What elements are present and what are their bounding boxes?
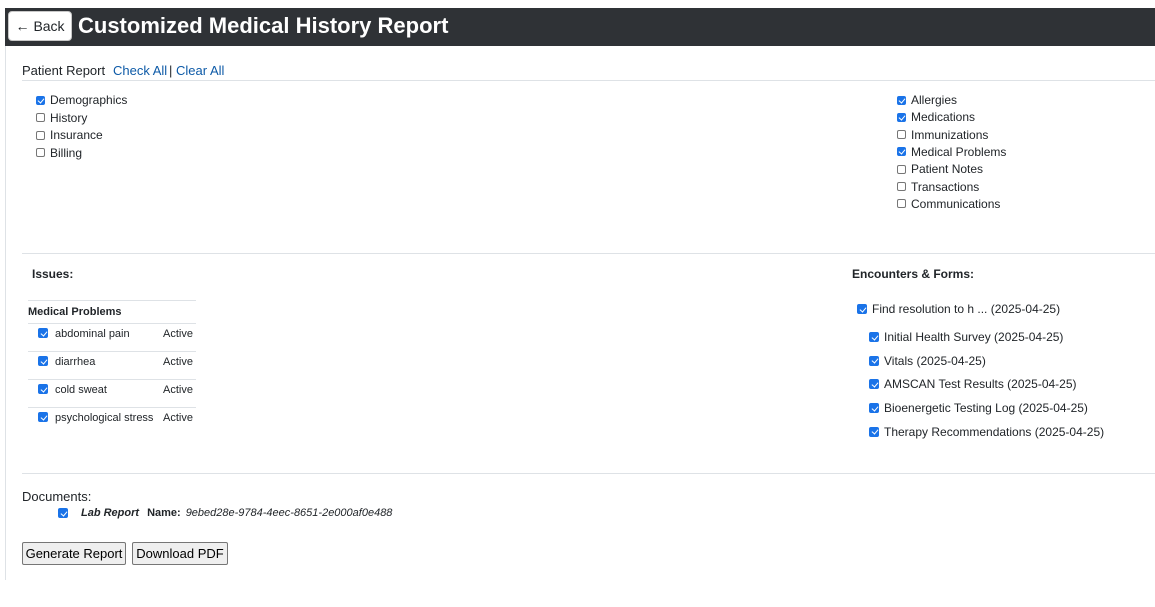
divider (22, 253, 1155, 254)
insurance-label: Insurance (50, 128, 103, 142)
encounters-title: Encounters & Forms: (852, 267, 975, 281)
form-label: Initial Health Survey (2025-04-25) (884, 330, 1064, 344)
title-bar: ← Back Customized Medical History Report (5, 8, 1155, 46)
patient-notes-label: Patient Notes (911, 162, 984, 177)
option-billing[interactable]: Billing (36, 146, 82, 160)
encounter-checkbox[interactable] (857, 304, 867, 314)
medications-checkbox[interactable] (897, 112, 906, 122)
demographics-checkbox[interactable] (36, 95, 45, 105)
clear-all-link[interactable]: Clear All (176, 63, 224, 78)
issue-checkbox[interactable] (38, 384, 48, 394)
download-pdf-button[interactable]: Download PDF (132, 542, 228, 565)
form-item[interactable]: Bioenergetic Testing Log (2025-04-25) (869, 401, 1088, 415)
option-transactions[interactable]: Transactions (897, 180, 979, 194)
option-medications[interactable]: Medications (897, 110, 975, 124)
table-header: Medical Problems (28, 301, 196, 324)
option-communications[interactable]: Communications (897, 197, 1000, 211)
medical-problems-label: Medical Problems (911, 144, 1007, 159)
form-checkbox[interactable] (869, 332, 879, 342)
divider (22, 80, 1155, 81)
table-row: psychological stress Active (28, 408, 196, 435)
option-patient-notes[interactable]: Patient Notes (897, 162, 983, 176)
issue-status: Active (163, 412, 193, 424)
arrow-left-icon: ← (15, 18, 30, 34)
issue-checkbox[interactable] (38, 356, 48, 366)
transactions-label: Transactions (911, 179, 980, 194)
issue-checkbox[interactable] (38, 412, 48, 422)
immunizations-checkbox[interactable] (897, 130, 906, 140)
back-button-label: Back (33, 18, 65, 34)
back-button[interactable]: ← Back (8, 11, 72, 41)
form-checkbox[interactable] (869, 355, 879, 366)
insurance-checkbox[interactable] (36, 130, 45, 140)
issue-name: abdominal pain (55, 328, 130, 340)
page-title: Customized Medical History Report (78, 13, 449, 38)
document-item[interactable]: Lab Report Name: 9ebed28e-9784-4eec-8651… (58, 507, 392, 519)
immunizations-label: Immunizations (911, 127, 989, 142)
document-name-label: Name: (147, 507, 181, 519)
option-demographics[interactable]: Demographics (36, 93, 127, 107)
form-item[interactable]: Vitals (2025-04-25) (869, 354, 986, 368)
history-label: History (50, 110, 88, 125)
encounter-item[interactable]: Find resolution to h ... (2025-04-25) (857, 302, 1060, 316)
issue-status: Active (163, 356, 193, 368)
transactions-checkbox[interactable] (897, 182, 906, 191)
patient-report-label: Patient Report (22, 63, 106, 78)
issues-title: Issues: (32, 267, 74, 281)
generate-report-button[interactable]: Generate Report (22, 542, 126, 565)
issue-name: cold sweat (55, 384, 107, 396)
check-all-link[interactable]: Check All (113, 63, 167, 78)
communications-label: Communications (911, 196, 1001, 211)
form-checkbox[interactable] (869, 403, 879, 414)
form-label: Therapy Recommendations (2025-04-25) (884, 424, 1105, 439)
allergies-checkbox[interactable] (897, 95, 906, 105)
form-checkbox[interactable] (869, 379, 879, 390)
option-allergies[interactable]: Allergies (897, 93, 957, 107)
option-insurance[interactable]: Insurance (36, 128, 103, 142)
link-separator: | (169, 63, 173, 78)
divider (22, 473, 1155, 474)
documents-title: Documents: (22, 489, 92, 504)
communications-checkbox[interactable] (897, 199, 906, 209)
billing-checkbox[interactable] (36, 148, 45, 157)
report-page (5, 8, 1155, 580)
document-category: Lab Report (81, 507, 140, 519)
form-checkbox[interactable] (869, 426, 879, 437)
document-name-value: 9ebed28e-9784-4eec-8651-2e000af0e488 (185, 507, 393, 519)
issue-checkbox[interactable] (38, 328, 48, 338)
issue-status: Active (163, 328, 193, 340)
form-item[interactable]: AMSCAN Test Results (2025-04-25) (869, 377, 1077, 391)
issue-status: Active (163, 384, 193, 396)
table-row: diarrhea Active (28, 352, 196, 380)
encounter-label: Find resolution to h ... (2025-04-25) (872, 302, 1061, 316)
allergies-label: Allergies (911, 93, 958, 107)
form-label: Bioenergetic Testing Log (2025-04-25) (884, 401, 1088, 416)
medical-problems-checkbox[interactable] (897, 147, 906, 157)
history-checkbox[interactable] (36, 113, 45, 122)
option-immunizations[interactable]: Immunizations (897, 128, 988, 142)
patient-notes-checkbox[interactable] (897, 164, 906, 174)
demographics-label: Demographics (50, 93, 128, 107)
form-item[interactable]: Therapy Recommendations (2025-04-25) (869, 425, 1104, 439)
document-checkbox[interactable] (58, 508, 68, 518)
table-row: cold sweat Active (28, 380, 196, 408)
form-label: Vitals (2025-04-25) (884, 353, 986, 368)
issue-name: psychological stress (55, 412, 154, 424)
medical-problems-table: Medical Problems abdominal pain Active dia… (28, 300, 196, 435)
form-label: AMSCAN Test Results (2025-04-25) (884, 377, 1077, 392)
billing-label: Billing (50, 145, 83, 160)
table-row: abdominal pain Active (28, 324, 196, 352)
medications-label: Medications (911, 110, 976, 125)
option-history[interactable]: History (36, 111, 87, 125)
form-item[interactable]: Initial Health Survey (2025-04-25) (869, 330, 1063, 344)
option-medical-problems[interactable]: Medical Problems (897, 145, 1006, 159)
issue-name: diarrhea (55, 356, 96, 368)
